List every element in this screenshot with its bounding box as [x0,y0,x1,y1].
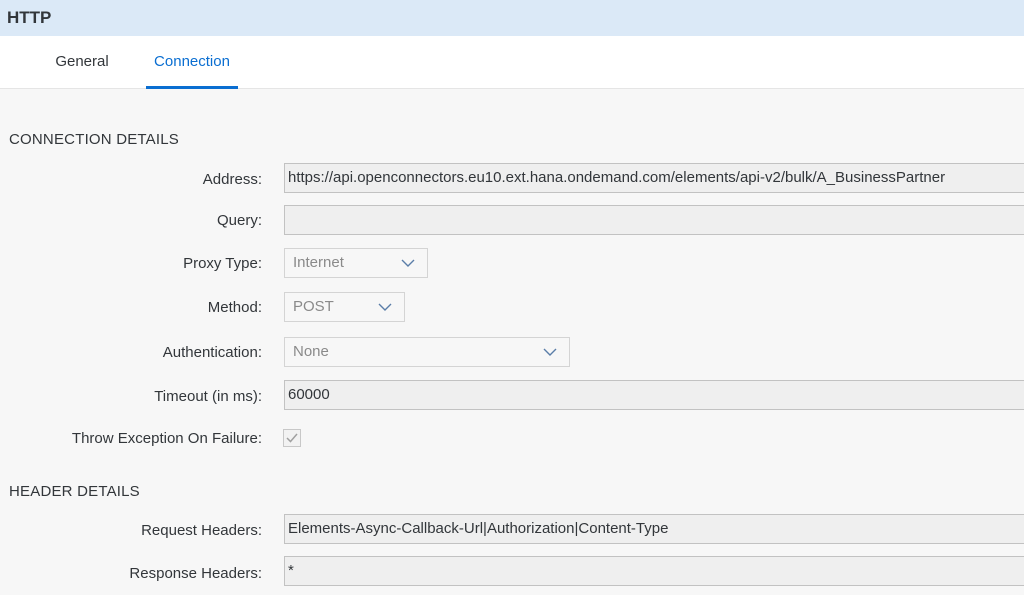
checkmark-icon [286,433,298,443]
tab-general[interactable]: General [44,36,120,88]
tab-general-label: General [55,53,109,70]
authentication-value: None [293,343,329,360]
chevron-down-icon [401,259,415,267]
chevron-down-icon [543,348,557,356]
proxy-type-select[interactable]: Internet [284,248,428,278]
request-headers-field[interactable]: Elements-Async-Callback-Url|Authorizatio… [284,514,1024,544]
address-field[interactable]: https://api.openconnectors.eu10.ext.hana… [284,163,1024,193]
throw-exception-label: Throw Exception On Failure: [71,430,262,447]
tab-bar: General Connection [0,36,1024,89]
proxy-type-label: Proxy Type: [183,255,262,272]
timeout-label: Timeout (in ms): [154,388,262,405]
authentication-select[interactable]: None [284,337,570,367]
throw-exception-checkbox[interactable] [283,429,301,447]
page-title: HTTP [7,8,52,27]
connection-details-title: CONNECTION DETAILS [9,131,180,148]
active-tab-indicator [146,86,238,89]
response-headers-field[interactable]: * [284,556,1024,586]
title-bar: HTTP [0,0,1024,36]
address-label: Address: [202,171,262,188]
method-value: POST [293,298,334,315]
chevron-down-icon [378,303,392,311]
query-label: Query: [216,212,262,229]
request-headers-label: Request Headers: [141,522,262,539]
tab-connection-label: Connection [154,53,230,70]
method-select[interactable]: POST [284,292,405,322]
header-details-title: HEADER DETAILS [9,483,140,500]
authentication-label: Authentication: [162,344,262,361]
proxy-type-value: Internet [293,254,344,271]
tab-connection[interactable]: Connection [146,36,238,89]
method-label: Method: [207,299,262,316]
query-field[interactable] [284,205,1024,235]
timeout-field[interactable]: 60000 [284,380,1024,410]
response-headers-label: Response Headers: [129,565,262,582]
